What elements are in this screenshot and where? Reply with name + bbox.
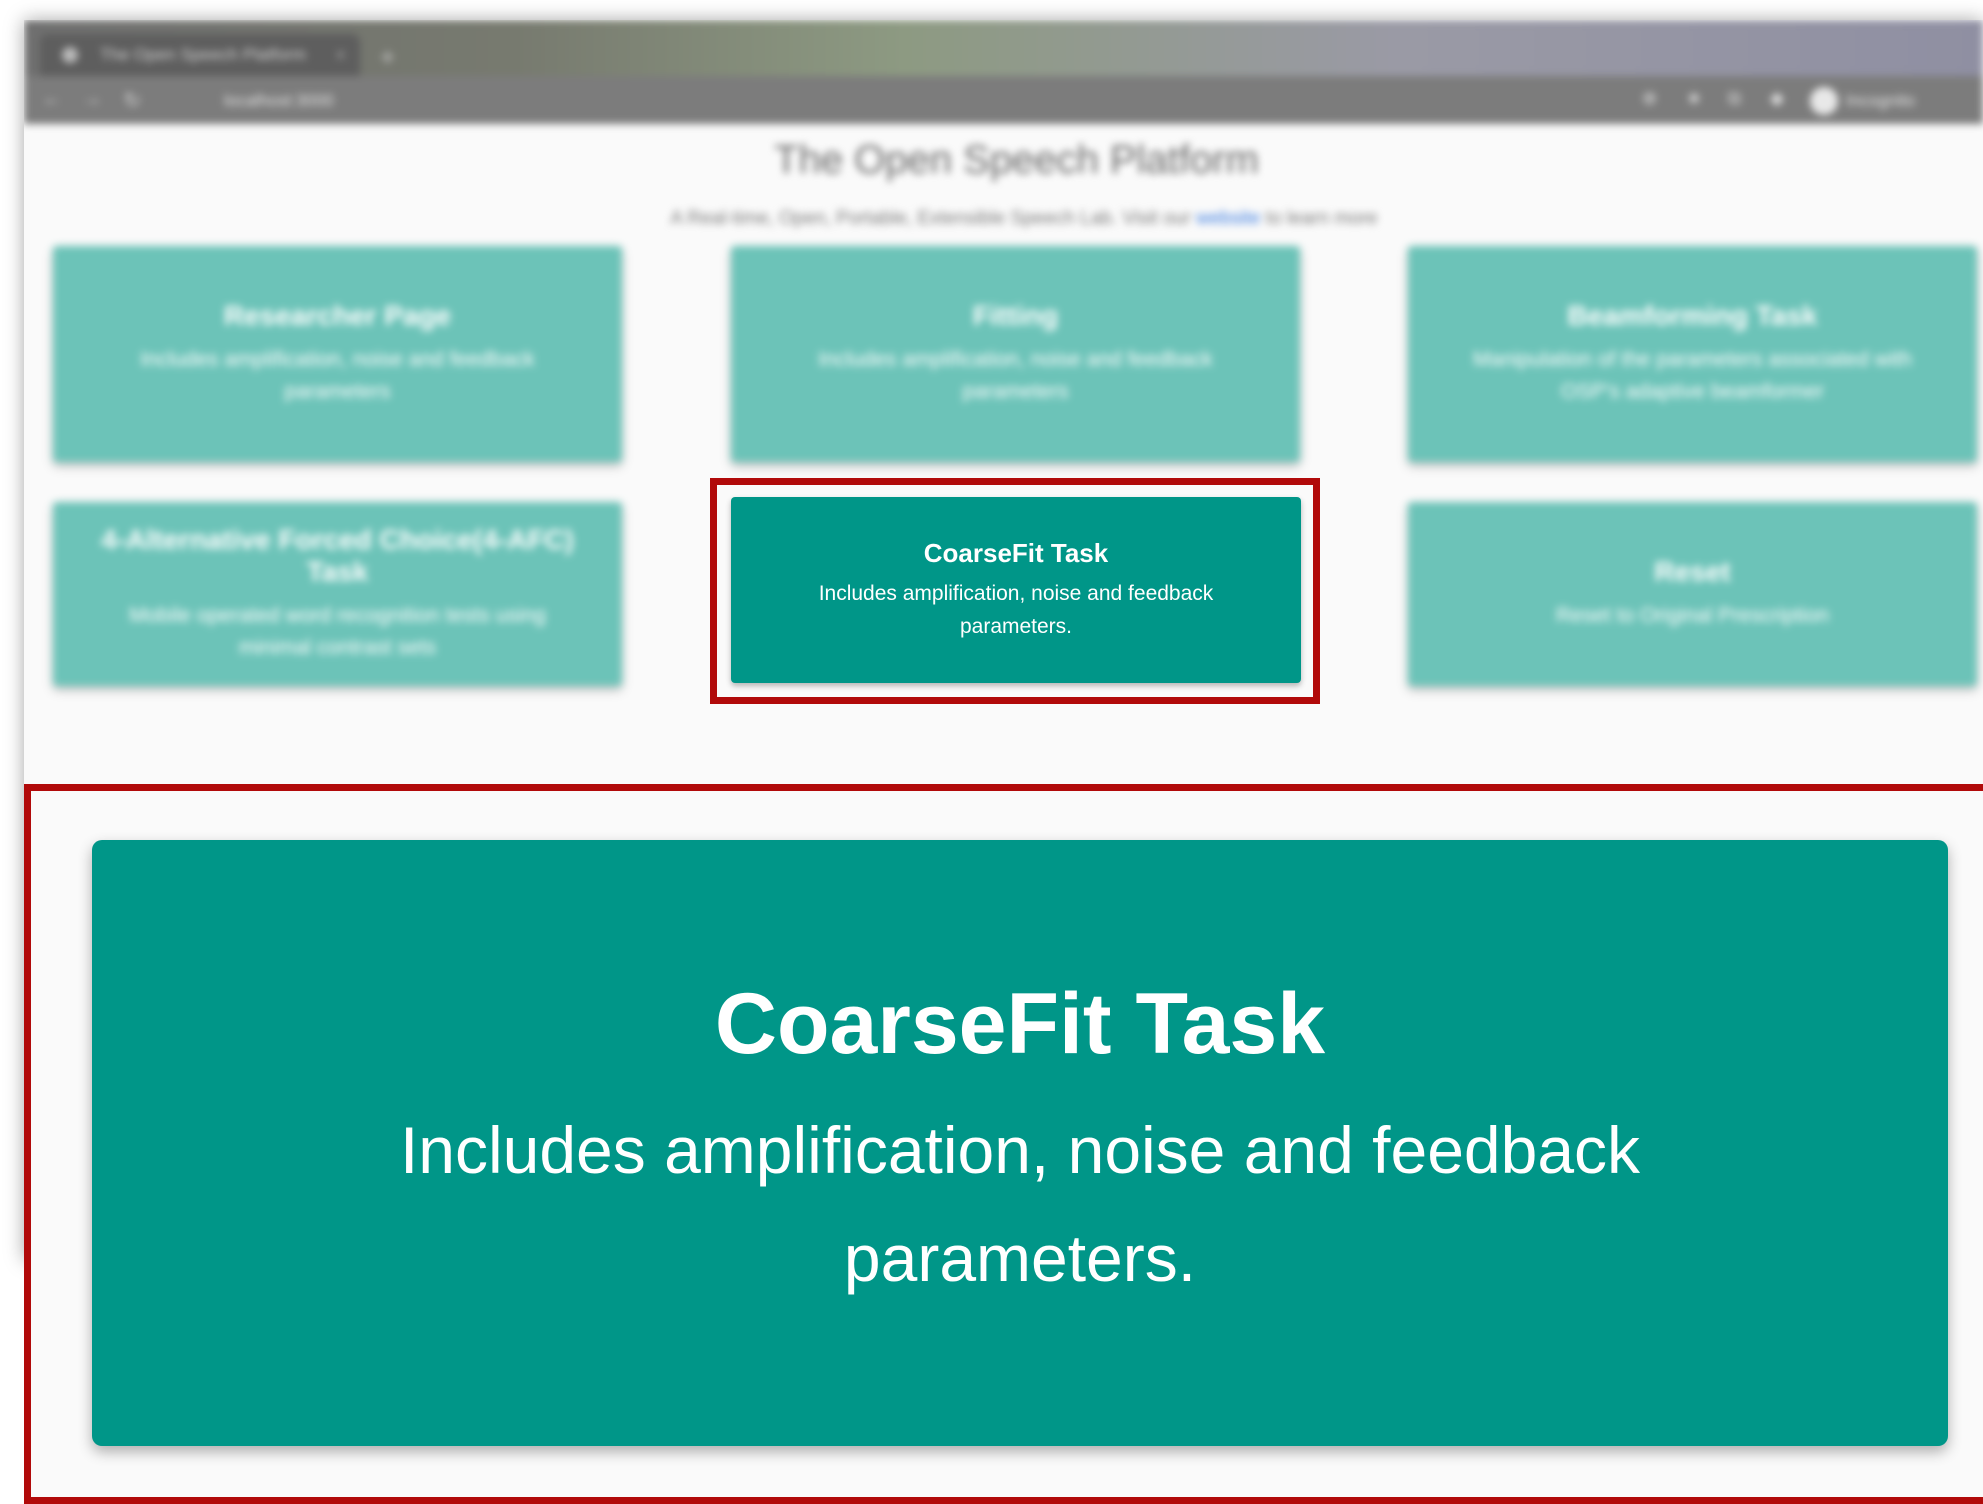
subtitle-text: A Real-time, Open, Portable, Extensible … bbox=[670, 208, 1191, 229]
card-description: Mobile operated word recognition tests u… bbox=[129, 604, 546, 659]
subtitle-end: to learn more bbox=[1265, 208, 1378, 229]
card-description: Includes amplification, noise and feedba… bbox=[818, 581, 1214, 638]
profile-label: Incognito bbox=[1846, 91, 1915, 110]
new-tab-icon[interactable]: + bbox=[380, 42, 395, 73]
reload-icon[interactable]: ↻ bbox=[124, 88, 141, 113]
zoomed-card-description: Includes amplification, noise and feedba… bbox=[399, 1112, 1641, 1295]
avatar[interactable] bbox=[1810, 87, 1838, 115]
zoomed-card-title: CoarseFit Task bbox=[714, 975, 1326, 1072]
browser-tab[interactable]: The Open Speech Platform × bbox=[40, 34, 360, 76]
card-title: Fitting bbox=[972, 300, 1059, 331]
extension-icon[interactable]: ⧉ bbox=[1728, 88, 1741, 109]
card-4afc-task[interactable]: 4-Alternative Forced Choice(4-AFC) Task … bbox=[53, 502, 622, 686]
tab-title: The Open Speech Platform bbox=[100, 45, 307, 64]
zoomed-coarsefit-card[interactable]: CoarseFit Task Includes amplification, n… bbox=[92, 840, 1948, 1446]
favicon-icon bbox=[62, 47, 78, 63]
back-icon[interactable]: ← bbox=[42, 88, 62, 111]
card-description: Reset to Original Prescription bbox=[1555, 604, 1830, 627]
card-description: Includes amplification, noise and feedba… bbox=[818, 348, 1213, 403]
card-title: 4-Alternative Forced Choice(4-AFC) Task bbox=[101, 524, 574, 587]
forward-icon[interactable]: → bbox=[82, 88, 102, 111]
card-researcher-page[interactable]: Researcher Page Includes amplification, … bbox=[53, 246, 622, 462]
puzzle-icon[interactable]: ◆ bbox=[1770, 88, 1784, 109]
card-title: CoarseFit Task bbox=[923, 537, 1109, 568]
card-fitting[interactable]: Fitting Includes amplification, noise an… bbox=[731, 246, 1300, 462]
card-description: Manipulation of the parameters associate… bbox=[1473, 348, 1912, 403]
browser-toolbar: ← → ↻ localhost:3000 ⊕ ★ ⧉ ◆ Incognito bbox=[24, 76, 1983, 124]
zoom-icon[interactable]: ⊕ bbox=[1642, 88, 1657, 109]
card-description: Includes amplification, noise and feedba… bbox=[140, 348, 535, 403]
card-beamforming-task[interactable]: Beamforming Task Manipulation of the par… bbox=[1408, 246, 1977, 462]
close-icon[interactable]: × bbox=[335, 34, 346, 76]
card-title: Beamforming Task bbox=[1567, 300, 1818, 331]
card-coarsefit-task[interactable]: CoarseFit Task Includes amplification, n… bbox=[731, 497, 1301, 683]
page-subtitle: A Real-time, Open, Portable, Extensible … bbox=[24, 208, 1983, 230]
address-bar[interactable]: localhost:3000 bbox=[184, 86, 1644, 116]
card-reset[interactable]: Reset Reset to Original Prescription bbox=[1408, 502, 1977, 686]
tab-strip: The Open Speech Platform × + bbox=[24, 20, 1983, 76]
website-link[interactable]: website bbox=[1196, 208, 1260, 229]
star-icon[interactable]: ★ bbox=[1686, 88, 1702, 109]
card-title: Researcher Page bbox=[223, 300, 452, 331]
page-title: The Open Speech Platform bbox=[774, 138, 1259, 182]
card-title: Reset bbox=[1654, 556, 1731, 587]
